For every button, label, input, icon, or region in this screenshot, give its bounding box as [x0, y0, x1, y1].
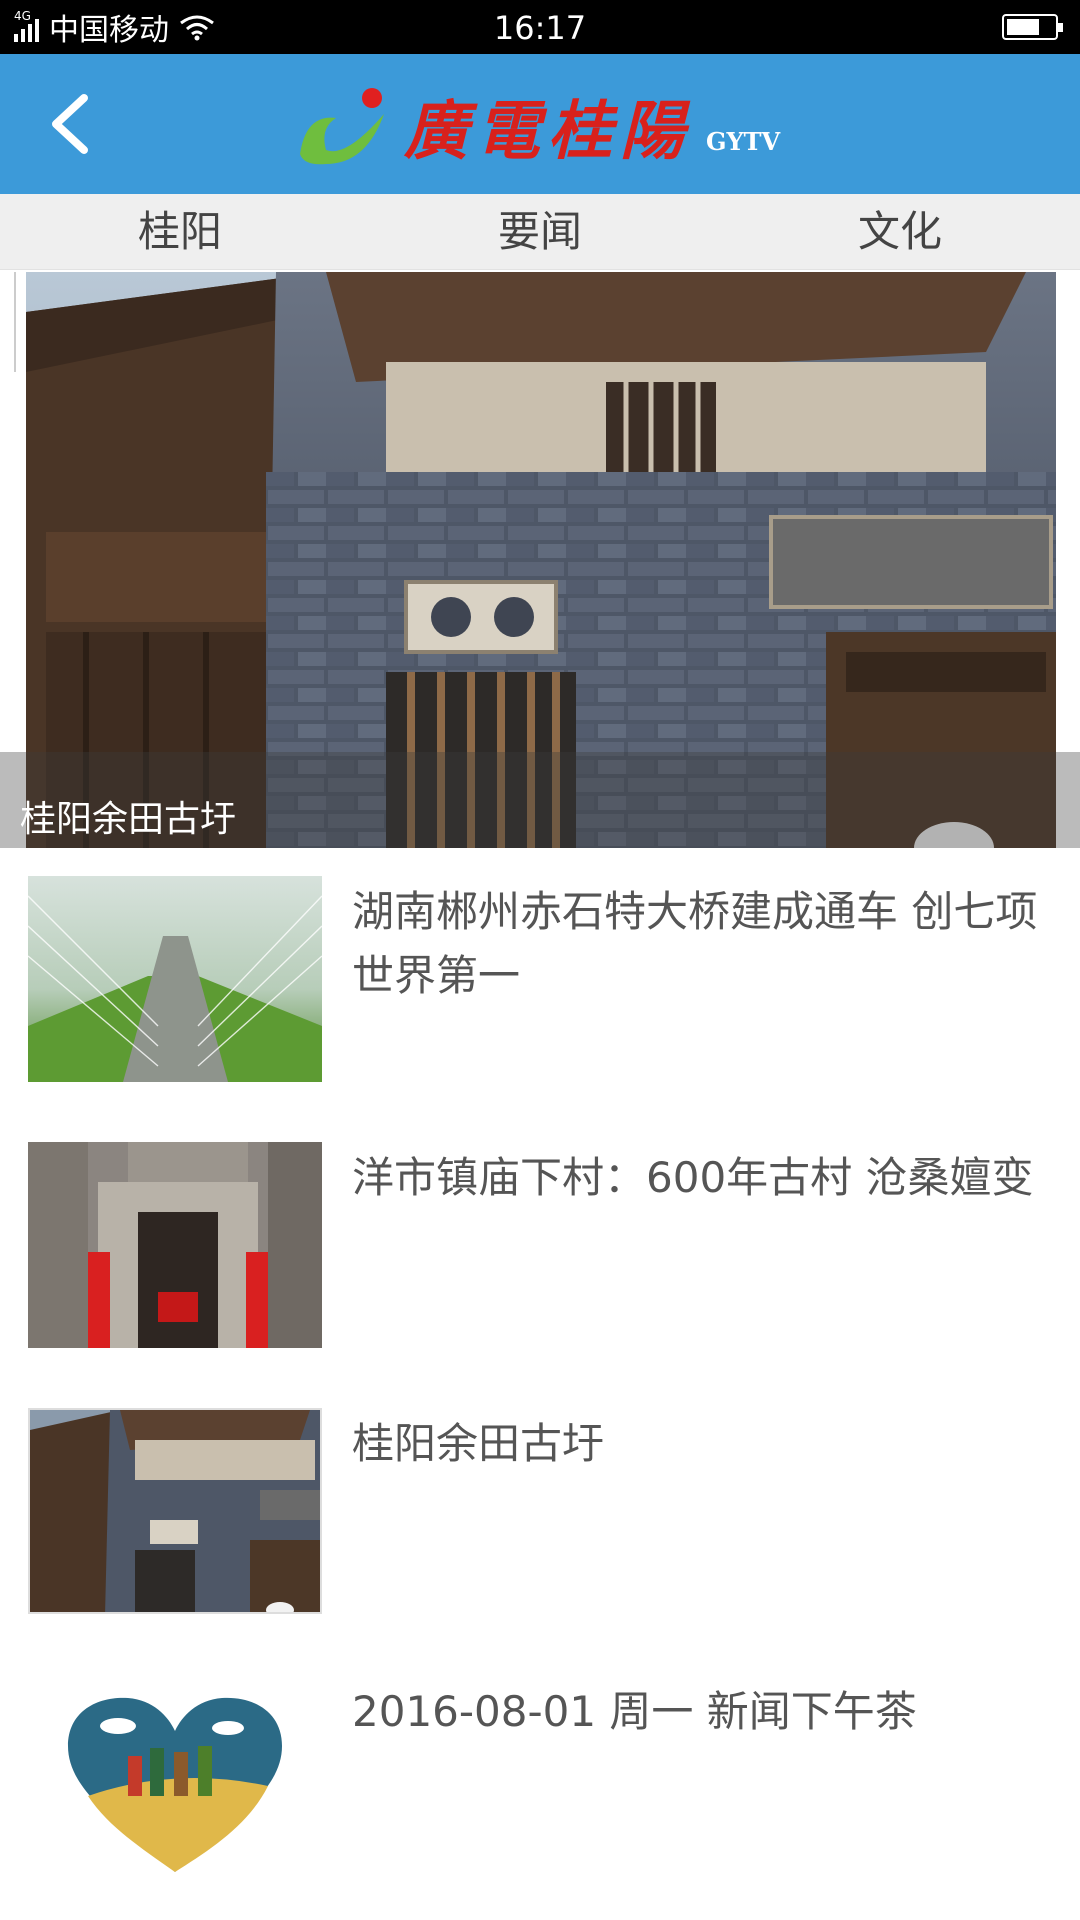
news-title[interactable]: 2016-08-01 周一 新闻下午茶	[352, 1680, 1042, 1744]
carousel-edge	[14, 272, 16, 372]
news-title[interactable]: 洋市镇庙下村：600年古村 沧桑嬗变	[352, 1146, 1042, 1210]
tab-guiyang[interactable]: 桂阳	[0, 194, 360, 269]
category-tabs: 桂阳 要闻 文化	[0, 194, 1080, 270]
hero-caption[interactable]: 桂阳余田古圩	[20, 790, 236, 842]
news-title[interactable]: 桂阳余田古圩	[352, 1412, 1042, 1476]
logo-text: 廣電桂陽	[404, 94, 692, 169]
news-thumbnail	[28, 876, 322, 1082]
news-item[interactable]: 湖南郴州赤石特大桥建成通车 创七项世界第一	[0, 876, 1080, 1116]
tab-culture[interactable]: 文化	[720, 194, 1080, 269]
news-thumbnail	[28, 1408, 322, 1614]
news-item[interactable]: 2016-08-01 周一 新闻下午茶	[0, 1676, 1080, 1916]
app-header: 廣電桂陽 GYTV	[0, 54, 1080, 194]
status-bar: 4G 中国移动 16:17	[0, 0, 1080, 54]
app-logo: 廣電桂陽 GYTV	[296, 84, 781, 169]
clock: 16:17	[493, 9, 587, 47]
news-title[interactable]: 湖南郴州赤石特大桥建成通车 创七项世界第一	[352, 880, 1042, 1008]
logo-mark-icon	[300, 88, 384, 165]
news-thumbnail	[28, 1142, 322, 1348]
logo-sub: GYTV	[706, 126, 781, 156]
battery-icon	[1002, 14, 1063, 40]
chevron-left-icon[interactable]	[40, 88, 100, 160]
news-item[interactable]: 桂阳余田古圩	[0, 1408, 1080, 1648]
news-item[interactable]: 洋市镇庙下村：600年古村 沧桑嬗变	[0, 1142, 1080, 1382]
news-thumbnail	[28, 1676, 322, 1882]
tab-news[interactable]: 要闻	[360, 194, 720, 269]
